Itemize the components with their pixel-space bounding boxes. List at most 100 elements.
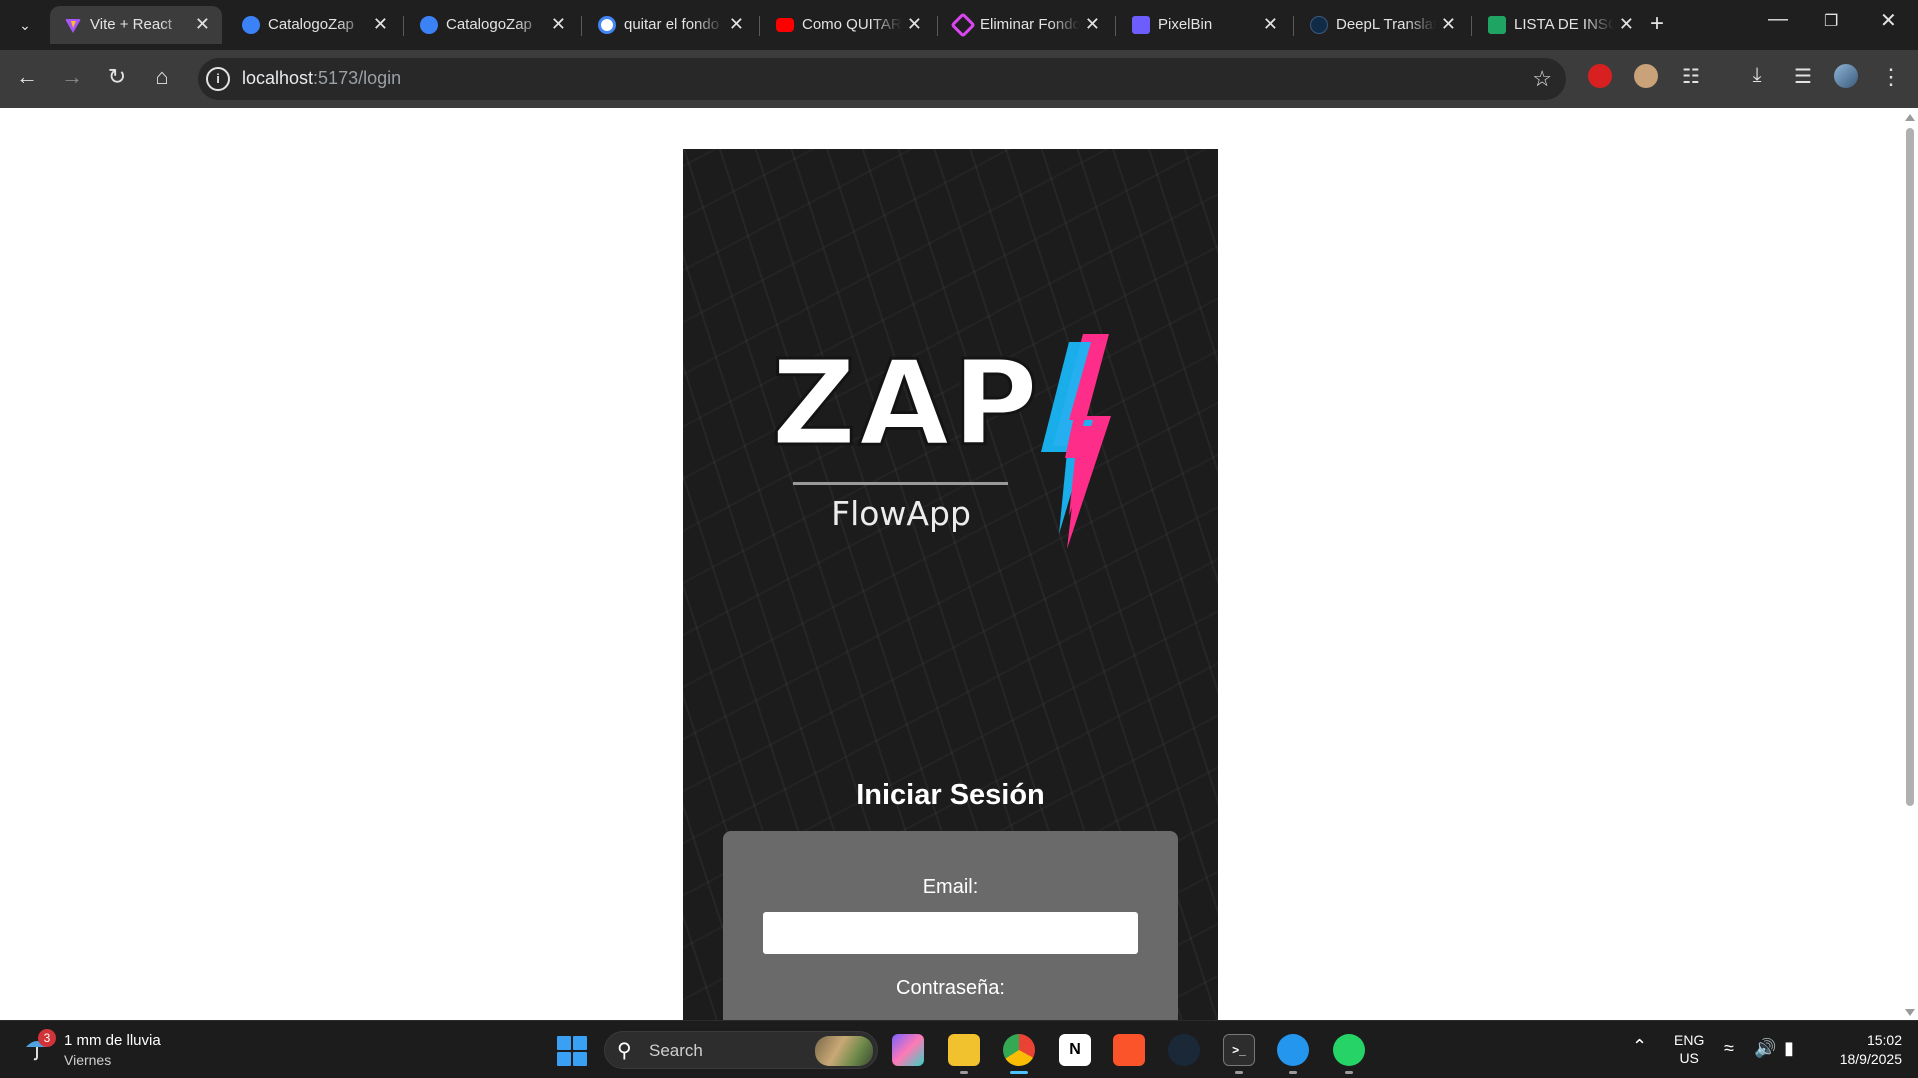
running-indicator xyxy=(1345,1071,1353,1074)
notion-icon[interactable]: N xyxy=(1059,1034,1091,1066)
eliminar-icon xyxy=(950,12,976,38)
url-text[interactable]: localhost:5173/login xyxy=(242,68,401,89)
chevron-down-icon: ⌄ xyxy=(19,16,31,33)
scroll-up-arrow[interactable] xyxy=(1905,114,1915,121)
tab-title: Como QUITAR xyxy=(802,16,902,33)
show-hidden-icons-caret[interactable]: ⌃ xyxy=(1632,1036,1647,1057)
windows-taskbar: 3 1 mm de lluvia Viernes ⚲ Search N >_ ⌃… xyxy=(0,1020,1918,1078)
close-icon[interactable]: ✕ xyxy=(1619,14,1634,35)
system-clock[interactable]: 15:02 18/9/2025 xyxy=(1822,1031,1902,1069)
close-icon[interactable]: ✕ xyxy=(195,14,210,35)
tab-separator xyxy=(1115,16,1116,36)
language-indicator[interactable]: ENG US xyxy=(1674,1031,1704,1067)
restore-button[interactable]: ❐ xyxy=(1824,11,1838,31)
tab-separator xyxy=(937,16,938,36)
weather-text[interactable]: 1 mm de lluvia xyxy=(64,1032,161,1049)
tab-separator xyxy=(403,16,404,36)
window-close-button[interactable]: ✕ xyxy=(1880,8,1897,33)
steam-icon[interactable] xyxy=(1168,1034,1200,1066)
media-controls-icon[interactable]: ☰ xyxy=(1788,64,1818,89)
windows-start-icon[interactable] xyxy=(557,1036,587,1066)
wifi-icon[interactable]: ≈ xyxy=(1724,1038,1734,1059)
tab-strip: ⌄ Vite + React ✕ CatalogoZap ✕ CatalogoZ… xyxy=(0,0,1918,50)
tab-separator xyxy=(581,16,582,36)
lightning-bolt-icon xyxy=(1041,334,1111,549)
tab-vite-react[interactable]: Vite + React ✕ xyxy=(50,6,222,44)
minimize-button[interactable]: — xyxy=(1768,8,1788,31)
tab-como-quitar[interactable]: Como QUITAR ✕ xyxy=(762,6,934,44)
menu-kebab-icon[interactable]: ⋮ xyxy=(1876,64,1906,90)
brave-icon[interactable] xyxy=(1113,1034,1145,1066)
close-icon[interactable]: ✕ xyxy=(1441,14,1456,35)
close-icon[interactable]: ✕ xyxy=(373,14,388,35)
tab-title: PixelBin xyxy=(1158,16,1213,33)
tab-separator xyxy=(1293,16,1294,36)
close-icon[interactable]: ✕ xyxy=(1263,14,1278,35)
close-icon[interactable]: ✕ xyxy=(729,14,744,35)
page-scrollbar[interactable] xyxy=(1902,108,1918,1020)
close-icon[interactable]: ✕ xyxy=(1085,14,1100,35)
file-explorer-icon[interactable] xyxy=(948,1034,980,1066)
tab-lista-inscritos[interactable]: LISTA DE INSCRITOS ✕ xyxy=(1474,6,1646,44)
search-highlight-image xyxy=(815,1036,873,1066)
back-button[interactable]: ← xyxy=(12,64,42,90)
bookmark-star-icon[interactable]: ☆ xyxy=(1532,66,1552,92)
profile-avatar[interactable] xyxy=(1834,64,1858,88)
extension-avatar-icon[interactable] xyxy=(1634,64,1658,88)
clock-time: 15:02 xyxy=(1866,1032,1902,1048)
new-tab-button[interactable]: + xyxy=(1650,10,1664,38)
login-form: Email: Contraseña: xyxy=(723,831,1178,1020)
deepl-icon xyxy=(1310,16,1328,34)
url-host: localhost xyxy=(242,68,314,88)
extension-red-icon[interactable] xyxy=(1588,64,1612,88)
copilot-icon[interactable] xyxy=(892,1034,924,1066)
catalogo-icon xyxy=(242,16,260,34)
password-label: Contraseña: xyxy=(896,977,1005,999)
tab-title: Vite + React xyxy=(90,16,172,33)
catalogo-icon xyxy=(420,16,438,34)
login-title: Iniciar Sesión xyxy=(856,779,1045,811)
terminal-icon[interactable]: >_ xyxy=(1223,1034,1255,1066)
zap-flowapp-logo: ZAP FlowApp xyxy=(769,334,1141,574)
close-icon[interactable]: ✕ xyxy=(551,14,566,35)
close-icon[interactable]: ✕ xyxy=(907,14,922,35)
running-indicator xyxy=(1235,1071,1243,1074)
logo-zap-text: ZAP xyxy=(769,334,1041,472)
whatsapp-icon[interactable] xyxy=(1333,1034,1365,1066)
tab-catalogozap-1[interactable]: CatalogoZap ✕ xyxy=(228,6,400,44)
running-indicator xyxy=(1289,1071,1297,1074)
tab-pixelbin[interactable]: PixelBin ✕ xyxy=(1118,6,1290,44)
scroll-thumb[interactable] xyxy=(1906,128,1914,806)
site-info-icon[interactable]: i xyxy=(206,67,230,91)
weather-day[interactable]: Viernes xyxy=(64,1052,111,1068)
tab-catalogozap-2[interactable]: CatalogoZap ✕ xyxy=(406,6,578,44)
tab-title: CatalogoZap xyxy=(268,16,354,33)
tab-quitar-fondo[interactable]: quitar el fondo ✕ xyxy=(584,6,756,44)
tab-deepl[interactable]: DeepL Translate ✕ xyxy=(1296,6,1468,44)
reload-button[interactable]: ↻ xyxy=(102,64,132,90)
taskbar-search[interactable]: ⚲ Search xyxy=(604,1031,878,1069)
logo-subtitle: FlowApp xyxy=(831,494,971,533)
active-indicator xyxy=(1010,1071,1028,1074)
logo-underline xyxy=(793,482,1008,485)
search-icon: ⚲ xyxy=(617,1040,632,1062)
tab-eliminar-fondo[interactable]: Eliminar Fondo ✕ xyxy=(940,6,1112,44)
tab-title: DeepL Translate xyxy=(1336,16,1436,33)
chrome-icon[interactable] xyxy=(1003,1034,1035,1066)
weather-badge: 3 xyxy=(38,1029,56,1047)
clock-date: 18/9/2025 xyxy=(1839,1051,1902,1067)
address-bar[interactable]: i localhost:5173/login ☆ xyxy=(198,58,1566,100)
tab-title: CatalogoZap xyxy=(446,16,532,33)
tab-separator xyxy=(759,16,760,36)
scroll-down-arrow[interactable] xyxy=(1905,1009,1915,1016)
extensions-puzzle-icon[interactable]: ☷ xyxy=(1676,64,1706,89)
docker-icon[interactable] xyxy=(1277,1034,1309,1066)
tab-title: Eliminar Fondo xyxy=(980,16,1080,33)
download-icon[interactable]: ⤓ xyxy=(1742,64,1772,87)
email-field[interactable] xyxy=(763,912,1138,954)
volume-icon[interactable]: 🔊 xyxy=(1754,1038,1776,1059)
battery-icon[interactable]: ▮ xyxy=(1784,1038,1794,1059)
tab-search-button[interactable]: ⌄ xyxy=(10,10,40,40)
home-button[interactable]: ⌂ xyxy=(147,64,177,90)
forward-button[interactable]: → xyxy=(57,64,87,90)
